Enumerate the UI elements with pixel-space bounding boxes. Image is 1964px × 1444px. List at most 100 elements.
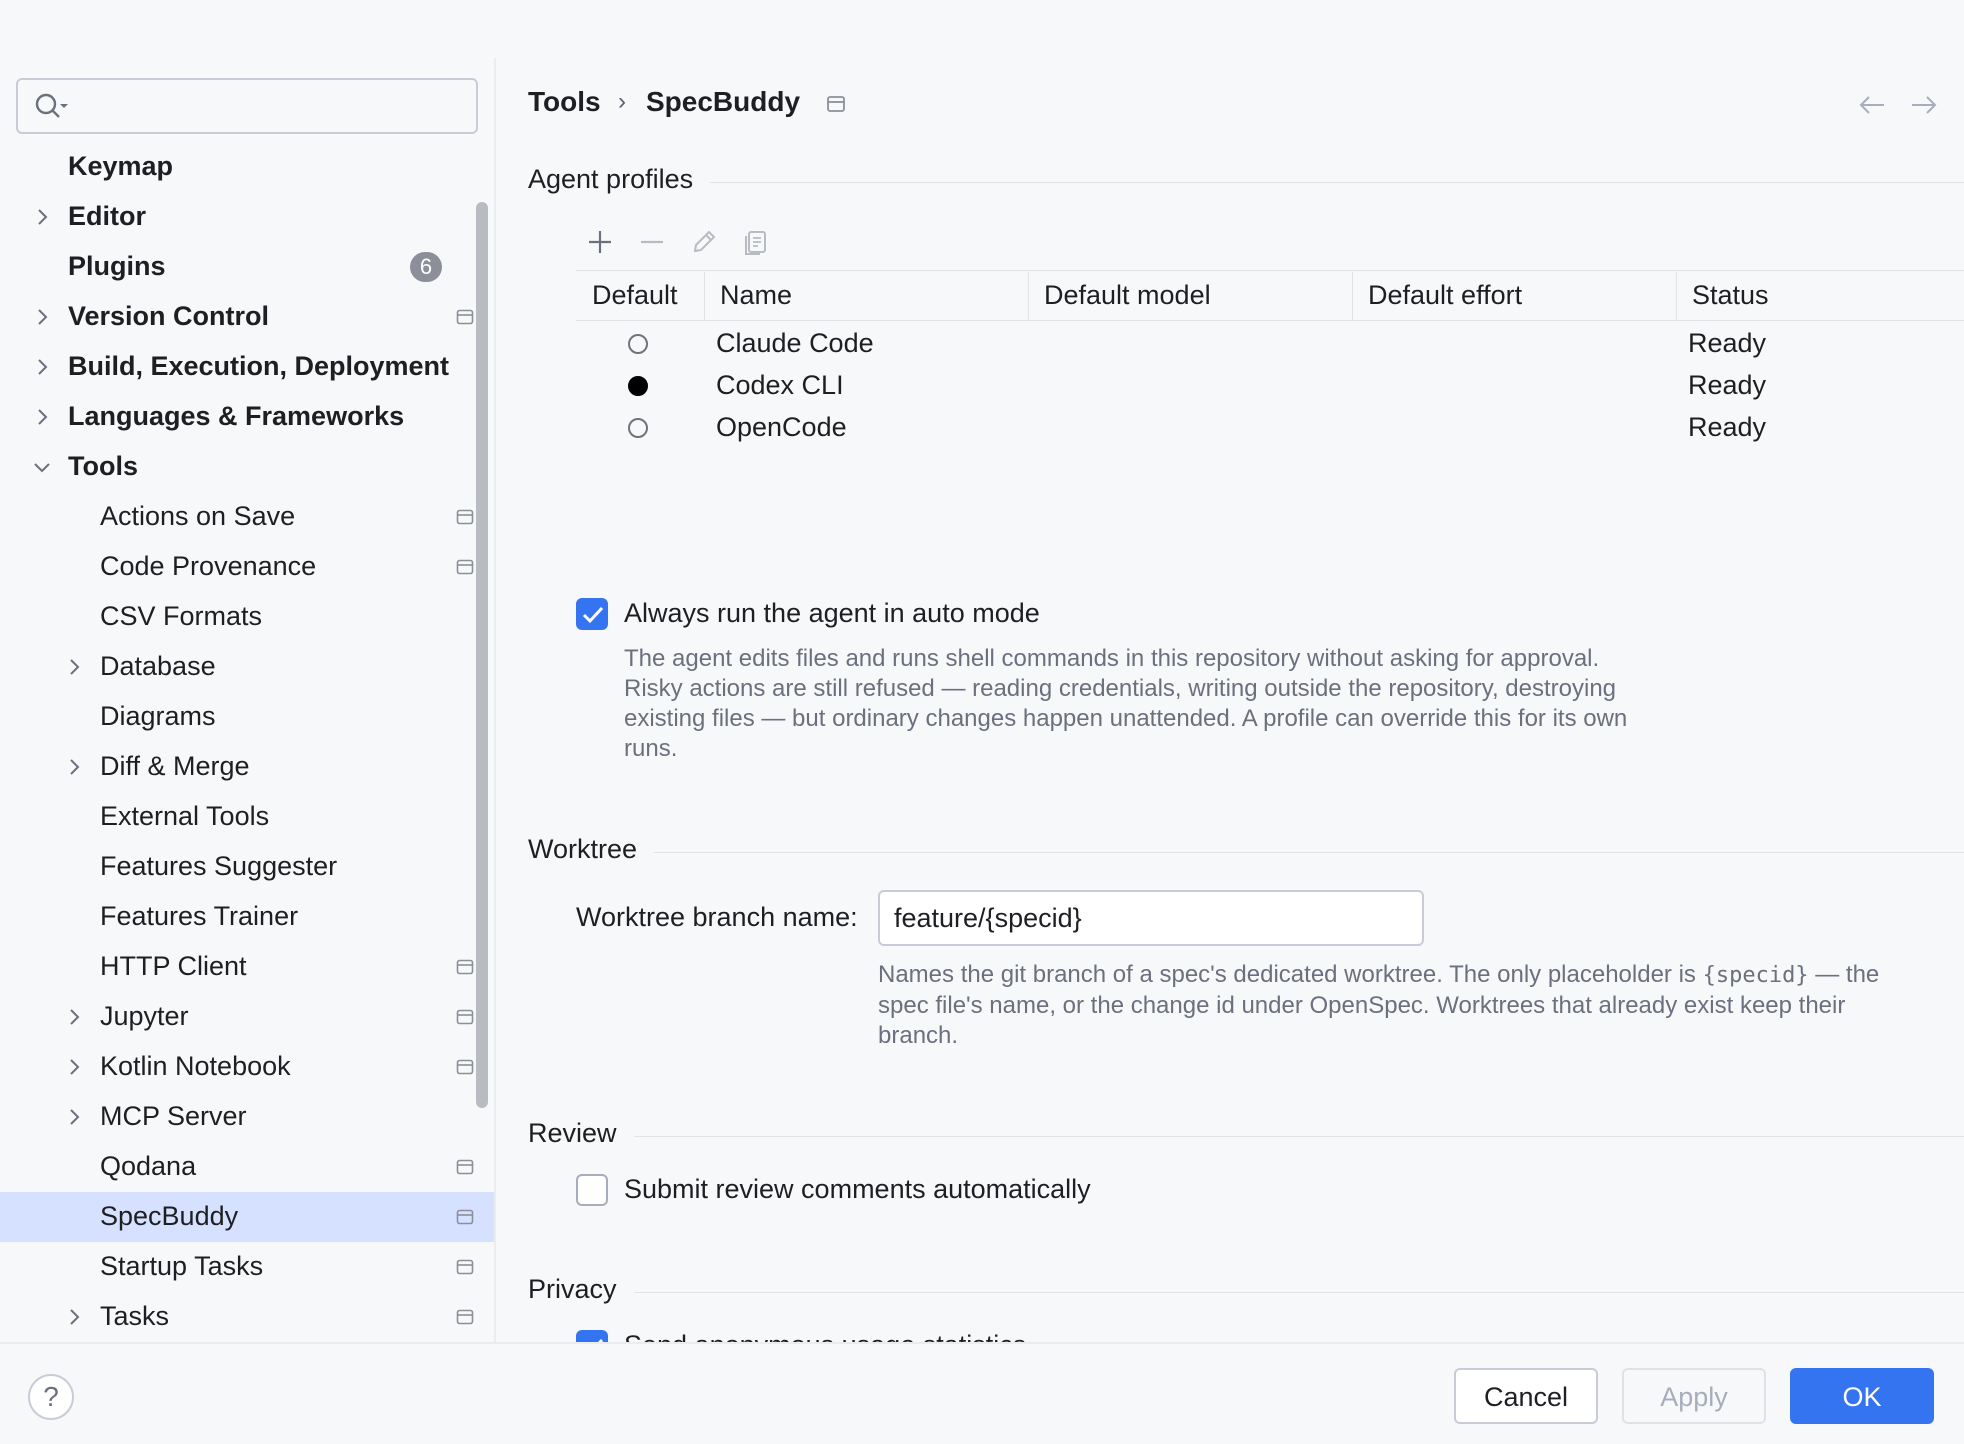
- tree-item-qodana[interactable]: Qodana: [0, 1142, 494, 1192]
- tree-item-features-trainer[interactable]: Features Trainer: [0, 892, 494, 942]
- auto-mode-checkbox[interactable]: [576, 598, 608, 630]
- chevron-right-icon[interactable]: [62, 1305, 86, 1329]
- settings-sidebar: Keymap Editor Plugins 6 Version Control …: [0, 0, 494, 1342]
- tree-item-label: Database: [100, 651, 216, 681]
- remove-icon[interactable]: [638, 228, 666, 256]
- column-separator[interactable]: [1676, 272, 1677, 320]
- submit-review-label[interactable]: Submit review comments automatically: [624, 1174, 1091, 1205]
- chevron-right-icon[interactable]: [30, 355, 54, 379]
- section-separator: [654, 852, 1964, 853]
- tree-item-mcp-server[interactable]: MCP Server: [0, 1092, 494, 1142]
- tree-item-tools[interactable]: Tools: [0, 442, 494, 492]
- worktree-branch-label: Worktree branch name:: [576, 902, 858, 932]
- auto-mode-description: The agent edits files and runs shell com…: [624, 645, 1628, 762]
- auto-mode-label[interactable]: Always run the agent in auto mode: [624, 598, 1040, 629]
- tree-item-version-control[interactable]: Version Control: [0, 292, 494, 342]
- tree-item-actions-on-save[interactable]: Actions on Save: [0, 492, 494, 542]
- default-radio[interactable]: [628, 418, 648, 438]
- default-radio-selected[interactable]: [628, 376, 648, 396]
- project-level-icon: [456, 959, 474, 975]
- edit-icon[interactable]: [690, 228, 718, 256]
- tree-item-label: Features Trainer: [100, 901, 299, 931]
- tree-item-languages-frameworks[interactable]: Languages & Frameworks: [0, 392, 494, 442]
- column-header-default-effort[interactable]: Default effort: [1368, 280, 1522, 311]
- breadcrumb-parent[interactable]: Tools: [528, 86, 601, 118]
- chevron-down-icon[interactable]: [30, 455, 54, 479]
- column-header-status[interactable]: Status: [1692, 280, 1769, 311]
- ok-button[interactable]: OK: [1790, 1368, 1934, 1424]
- tree-item-editor[interactable]: Editor: [0, 192, 494, 242]
- default-radio[interactable]: [628, 334, 648, 354]
- tree-item-label: Code Provenance: [100, 551, 317, 581]
- checkmark-icon: [582, 606, 604, 624]
- column-header-default[interactable]: Default: [592, 280, 678, 311]
- column-header-name[interactable]: Name: [720, 280, 792, 311]
- tree-item-label: Jupyter: [100, 1001, 189, 1031]
- tree-item-diagrams[interactable]: Diagrams: [0, 692, 494, 742]
- chevron-right-icon[interactable]: [30, 405, 54, 429]
- section-title-review: Review: [528, 1118, 617, 1148]
- tree-item-diff-merge[interactable]: Diff & Merge: [0, 742, 494, 792]
- cancel-button[interactable]: Cancel: [1454, 1368, 1598, 1424]
- tree-item-label: Tasks: [100, 1301, 170, 1331]
- section-separator: [634, 1292, 1964, 1293]
- column-separator[interactable]: [1352, 272, 1353, 320]
- worktree-branch-input[interactable]: [878, 890, 1424, 946]
- tree-item-specbuddy[interactable]: SpecBuddy: [0, 1192, 494, 1242]
- back-arrow-icon[interactable]: [1858, 94, 1886, 116]
- tree-item-tasks[interactable]: Tasks: [0, 1292, 494, 1342]
- tree-item-database[interactable]: Database: [0, 642, 494, 692]
- search-icon: [35, 93, 68, 118]
- tree-item-keymap[interactable]: Keymap: [0, 142, 494, 192]
- usage-statistics-checkbox[interactable]: [576, 1330, 608, 1342]
- tree-item-label: Keymap: [68, 151, 174, 181]
- plugins-updates-badge: 6: [410, 252, 442, 282]
- tree-item-external-tools[interactable]: External Tools: [0, 792, 494, 842]
- chevron-right-icon[interactable]: [62, 655, 86, 679]
- settings-content: Tools › SpecBuddy Agent profiles Default…: [496, 0, 1964, 1342]
- tree-item-startup-tasks[interactable]: Startup Tasks: [0, 1242, 494, 1292]
- tree-item-plugins[interactable]: Plugins 6: [0, 242, 494, 292]
- help-button[interactable]: ?: [28, 1374, 74, 1420]
- column-separator[interactable]: [704, 272, 705, 320]
- usage-statistics-label[interactable]: Send anonymous usage statistics: [624, 1330, 1026, 1342]
- dialog-footer: ? Cancel Apply OK: [0, 1342, 1964, 1444]
- project-level-icon: [456, 559, 474, 575]
- tree-item-csv-formats[interactable]: CSV Formats: [0, 592, 494, 642]
- tree-item-label: SpecBuddy: [100, 1201, 239, 1231]
- tree-item-code-provenance[interactable]: Code Provenance: [0, 542, 494, 592]
- settings-search-box[interactable]: [16, 78, 478, 134]
- apply-button[interactable]: Apply: [1622, 1368, 1766, 1424]
- tree-item-kotlin-notebook[interactable]: Kotlin Notebook: [0, 1042, 494, 1092]
- page-title: SpecBuddy: [646, 86, 801, 117]
- submit-review-checkbox[interactable]: [576, 1174, 608, 1206]
- tree-item-label: Plugins: [68, 251, 166, 281]
- chevron-right-icon[interactable]: [62, 1055, 86, 1079]
- column-separator[interactable]: [1028, 272, 1029, 320]
- tree-item-jupyter[interactable]: Jupyter: [0, 992, 494, 1042]
- project-level-icon: [456, 1209, 474, 1225]
- sidebar-scrollbar[interactable]: [476, 202, 488, 1108]
- chevron-right-icon[interactable]: [62, 1005, 86, 1029]
- profile-name: Codex CLI: [716, 370, 844, 400]
- chevron-right-icon[interactable]: [30, 305, 54, 329]
- tree-item-label: Languages & Frameworks: [68, 401, 405, 431]
- project-level-icon: [456, 309, 474, 325]
- tree-item-label: Kotlin Notebook: [100, 1051, 291, 1081]
- project-level-icon: [456, 1259, 474, 1275]
- chevron-right-icon[interactable]: [62, 1105, 86, 1129]
- tree-item-features-suggester[interactable]: Features Suggester: [0, 842, 494, 892]
- column-header-default-model[interactable]: Default model: [1044, 280, 1211, 311]
- tree-item-build-execution-deployment[interactable]: Build, Execution, Deployment: [0, 342, 494, 392]
- section-separator: [634, 1136, 1964, 1137]
- search-input[interactable]: [80, 88, 460, 124]
- copy-icon[interactable]: [742, 228, 770, 256]
- add-icon[interactable]: [586, 228, 614, 256]
- forward-arrow-icon[interactable]: [1910, 94, 1938, 116]
- chevron-right-icon[interactable]: [62, 755, 86, 779]
- section-title-privacy: Privacy: [528, 1274, 617, 1304]
- tree-item-http-client[interactable]: HTTP Client: [0, 942, 494, 992]
- tree-item-label: Features Suggester: [100, 851, 338, 881]
- chevron-right-icon[interactable]: [30, 205, 54, 229]
- tree-item-label: Startup Tasks: [100, 1251, 264, 1281]
